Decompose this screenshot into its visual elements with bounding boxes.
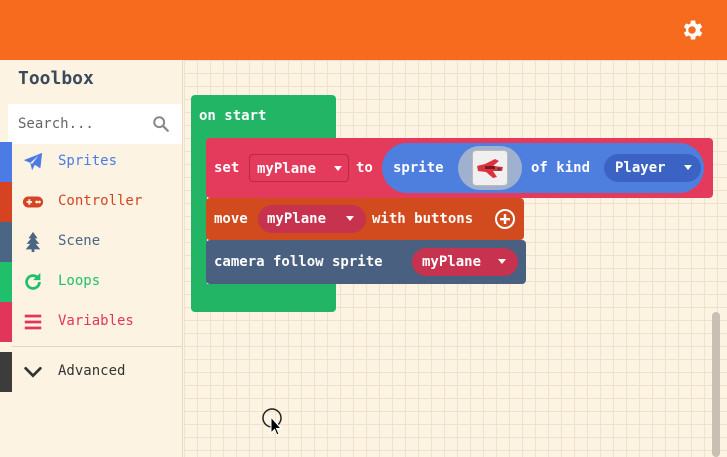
- workspace-scrollbar[interactable]: [712, 312, 720, 457]
- variable-dropdown[interactable]: myPlane: [249, 154, 349, 182]
- search-input[interactable]: [18, 104, 148, 144]
- category-label: Advanced: [58, 363, 126, 379]
- category-color-stripe: [0, 262, 12, 302]
- set-label: set: [214, 160, 240, 176]
- on-start-block-footer: [191, 284, 336, 312]
- plane-sprite-icon: [477, 159, 503, 178]
- camera-follow-label: camera follow sprite: [214, 254, 383, 270]
- variable-name: myPlane: [422, 254, 482, 270]
- category-color-stripe: [0, 302, 12, 342]
- category-color-stripe: [0, 352, 12, 392]
- top-bar: [0, 0, 727, 60]
- toolbox-divider: [12, 346, 183, 347]
- chevron-down-icon: [24, 366, 42, 378]
- paper-plane-icon: [23, 152, 43, 171]
- toolbox-title: Toolbox: [18, 68, 94, 89]
- category-label: Sprites: [58, 153, 118, 169]
- to-label: to: [356, 160, 373, 176]
- dropdown-caret-icon: [684, 165, 692, 170]
- kind-dropdown[interactable]: Player: [604, 154, 701, 182]
- category-controller[interactable]: Controller: [0, 182, 183, 222]
- search-icon[interactable]: [152, 115, 170, 133]
- category-color-stripe: [0, 222, 12, 262]
- list-icon: [24, 314, 42, 330]
- category-variables[interactable]: Variables: [0, 302, 183, 342]
- plus-icon[interactable]: [494, 208, 516, 230]
- gamepad-icon: [22, 196, 44, 208]
- dropdown-caret-icon: [346, 216, 354, 221]
- sprite-thumbnail[interactable]: [472, 150, 508, 186]
- category-advanced[interactable]: Advanced: [0, 352, 183, 392]
- category-color-stripe: [0, 142, 12, 182]
- variable-name: myPlane: [257, 161, 317, 177]
- dropdown-caret-icon: [498, 259, 506, 264]
- category-scene[interactable]: Scene: [0, 222, 183, 262]
- category-label: Variables: [58, 313, 134, 329]
- with-buttons-label: with buttons: [372, 211, 474, 227]
- kind-value: Player: [615, 160, 666, 176]
- of-kind-label: of kind: [531, 160, 591, 176]
- category-label: Scene: [58, 233, 101, 249]
- dropdown-caret-icon: [334, 166, 342, 171]
- gear-icon[interactable]: [679, 17, 705, 43]
- category-color-stripe: [0, 182, 12, 222]
- variable-dropdown[interactable]: myPlane: [258, 205, 366, 233]
- on-start-block-body: [191, 138, 207, 288]
- category-label: Loops: [58, 273, 101, 289]
- sprite-label: sprite: [393, 160, 444, 176]
- tree-icon: [25, 231, 41, 253]
- search-box[interactable]: [8, 104, 182, 144]
- category-label: Controller: [58, 193, 143, 209]
- toolbox-panel: Toolbox Sprites Controller: [0, 60, 183, 457]
- refresh-icon: [25, 272, 41, 290]
- mouse-cursor-icon: [262, 408, 283, 436]
- variable-name: myPlane: [267, 211, 327, 227]
- category-sprites[interactable]: Sprites: [0, 142, 183, 182]
- category-loops[interactable]: Loops: [0, 262, 183, 302]
- variable-dropdown[interactable]: myPlane: [412, 248, 518, 276]
- move-label: move: [214, 211, 248, 227]
- on-start-label: on start: [199, 108, 267, 124]
